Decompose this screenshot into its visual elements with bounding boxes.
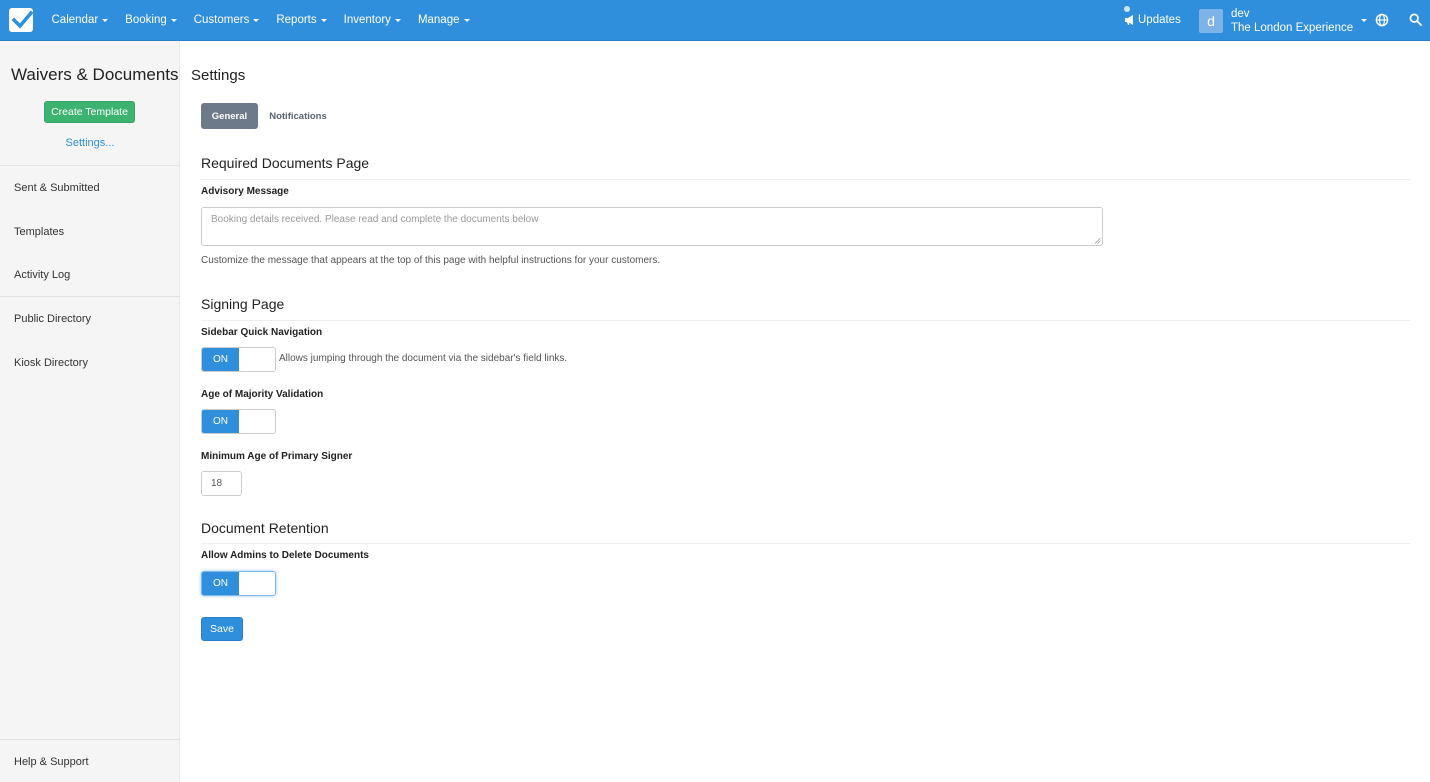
main-nav: Calendar Booking Customers Reports Inven… (43, 0, 478, 40)
sidebar-item-public-directory[interactable]: Public Directory (14, 313, 91, 325)
page-title: Settings (191, 67, 246, 84)
advisory-message-textarea[interactable] (201, 207, 1103, 246)
min-age-label: Minimum Age of Primary Signer (201, 451, 353, 462)
save-button[interactable]: Save (201, 617, 243, 641)
sidebar-title: Waivers & Documents (11, 65, 179, 84)
sidebar-item-templates[interactable]: Templates (14, 226, 64, 238)
nav-calendar[interactable]: Calendar (43, 0, 117, 40)
updates-button[interactable]: Updates (1124, 0, 1181, 40)
resize-grip-icon[interactable] (1094, 237, 1101, 244)
sidebar-item-activity-log[interactable]: Activity Log (14, 269, 70, 281)
nav-reports[interactable]: Reports (268, 0, 335, 40)
sidebar-quick-nav-toggle[interactable]: ON (201, 347, 276, 372)
section-title-signing: Signing Page (201, 296, 285, 312)
allow-delete-toggle[interactable]: ON (201, 571, 276, 596)
notification-dot (1124, 6, 1130, 12)
toggle-on-label: ON (202, 410, 239, 433)
create-template-button[interactable]: Create Template (44, 101, 135, 123)
updates-label: Updates (1138, 14, 1181, 26)
avatar: d (1199, 8, 1223, 33)
age-validation-label: Age of Majority Validation (201, 389, 324, 400)
divider (0, 739, 180, 740)
divider (0, 165, 180, 166)
allow-delete-label: Allow Admins to Delete Documents (201, 550, 369, 561)
tab-notifications[interactable]: Notifications (262, 103, 334, 129)
section-divider (201, 179, 1410, 180)
section-title-required-docs: Required Documents Page (201, 155, 370, 171)
advisory-message-label: Advisory Message (201, 186, 289, 197)
sidebar: Waivers & Documents Create Template Sett… (0, 41, 180, 782)
divider (0, 296, 180, 297)
section-divider (201, 543, 1410, 544)
chevron-down-icon (253, 18, 260, 22)
section-title-retention: Document Retention (201, 520, 329, 536)
settings-link[interactable]: Settings... (0, 137, 180, 149)
sidebar-quick-nav-label: Sidebar Quick Navigation (201, 327, 323, 338)
chevron-down-icon (170, 18, 177, 22)
help-support-link[interactable]: Help & Support (14, 756, 89, 768)
globe-icon[interactable] (1375, 13, 1389, 27)
nav-inventory[interactable]: Inventory (335, 0, 409, 40)
user-org: The London Experience (1231, 21, 1354, 34)
nav-booking[interactable]: Booking (117, 0, 186, 40)
app-logo-icon[interactable] (9, 8, 33, 32)
min-age-input[interactable] (201, 471, 242, 496)
nav-manage[interactable]: Manage (409, 0, 478, 40)
nav-customers[interactable]: Customers (185, 0, 268, 40)
top-navbar: Calendar Booking Customers Reports Inven… (0, 0, 1430, 41)
age-validation-toggle[interactable]: ON (201, 409, 276, 434)
user-name: dev (1231, 7, 1250, 20)
tab-general[interactable]: General (201, 103, 258, 129)
user-menu[interactable]: d dev The London Experience (1199, 7, 1368, 34)
chevron-down-icon (102, 18, 109, 22)
toggle-on-label: ON (202, 572, 239, 595)
chevron-down-icon (320, 18, 327, 22)
sidebar-quick-nav-description: Allows jumping through the document via … (279, 353, 568, 364)
chevron-down-icon (394, 18, 401, 22)
section-divider (201, 320, 1410, 321)
chevron-down-icon (463, 18, 470, 22)
megaphone-icon (1125, 15, 1133, 25)
advisory-help-text: Customize the message that appears at th… (201, 255, 661, 266)
sidebar-item-sent-submitted[interactable]: Sent & Submitted (14, 182, 100, 194)
toggle-on-label: ON (202, 348, 239, 371)
chevron-down-icon (1361, 19, 1368, 22)
search-icon[interactable] (1409, 13, 1422, 26)
sidebar-item-kiosk-directory[interactable]: Kiosk Directory (14, 357, 88, 369)
